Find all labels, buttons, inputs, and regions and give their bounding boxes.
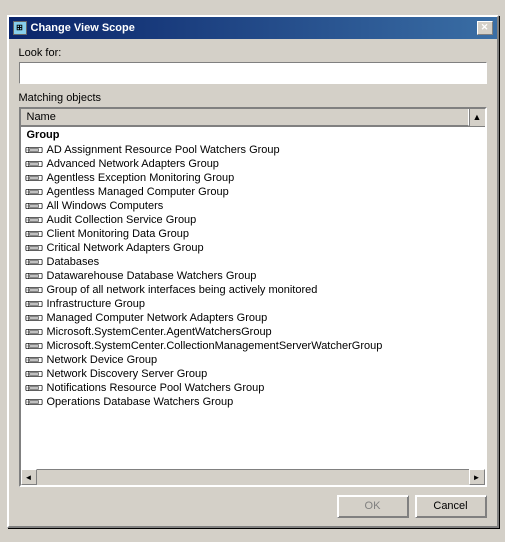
group-icon	[25, 354, 43, 366]
item-label: Managed Computer Network Adapters Group	[47, 312, 268, 324]
item-label: Datawarehouse Database Watchers Group	[47, 270, 257, 282]
list-item[interactable]: Critical Network Adapters Group	[21, 241, 485, 255]
list-item[interactable]: Managed Computer Network Adapters Group	[21, 311, 485, 325]
list-item[interactable]: Operations Database Watchers Group	[21, 395, 485, 409]
item-label: Network Discovery Server Group	[47, 368, 208, 380]
group-icon	[25, 158, 43, 170]
group-icon	[25, 368, 43, 380]
list-item[interactable]: Advanced Network Adapters Group	[21, 157, 485, 171]
group-icon	[25, 228, 43, 240]
button-row: OK Cancel	[19, 495, 487, 518]
item-label: Audit Collection Service Group	[47, 214, 197, 226]
matching-objects-label: Matching objects	[19, 92, 487, 104]
window-icon: ⊞	[13, 21, 27, 35]
scroll-track	[37, 470, 469, 485]
title-bar-controls: ✕	[477, 21, 493, 35]
group-header: Group	[21, 127, 485, 143]
group-icon	[25, 172, 43, 184]
list-body[interactable]: Group AD Assignment Resource Pool Watche…	[21, 127, 485, 469]
item-label: Microsoft.SystemCenter.CollectionManagem…	[47, 340, 383, 352]
group-icon	[25, 326, 43, 338]
item-label: Operations Database Watchers Group	[47, 396, 234, 408]
group-icon	[25, 256, 43, 268]
group-icon	[25, 144, 43, 156]
item-label: Infrastructure Group	[47, 298, 145, 310]
scroll-left-button[interactable]: ◄	[21, 469, 37, 485]
look-for-input[interactable]	[19, 62, 487, 84]
list-item[interactable]: Microsoft.SystemCenter.CollectionManagem…	[21, 339, 485, 353]
item-label: Microsoft.SystemCenter.AgentWatchersGrou…	[47, 326, 272, 338]
item-label: Advanced Network Adapters Group	[47, 158, 219, 170]
group-icon	[25, 214, 43, 226]
item-label: Notifications Resource Pool Watchers Gro…	[47, 382, 265, 394]
list-item[interactable]: All Windows Computers	[21, 199, 485, 213]
item-label: AD Assignment Resource Pool Watchers Gro…	[47, 144, 280, 156]
list-item[interactable]: Audit Collection Service Group	[21, 213, 485, 227]
matching-objects-list: Name ▲ Group AD Assignment Resource Pool…	[19, 107, 487, 487]
group-icon	[25, 312, 43, 324]
item-label: Databases	[47, 256, 100, 268]
item-label: Critical Network Adapters Group	[47, 242, 204, 254]
group-icon	[25, 186, 43, 198]
item-label: All Windows Computers	[47, 200, 164, 212]
item-label: Agentless Managed Computer Group	[47, 186, 229, 198]
look-for-label: Look for:	[19, 47, 487, 59]
close-button[interactable]: ✕	[477, 21, 493, 35]
list-item[interactable]: Network Device Group	[21, 353, 485, 367]
list-item[interactable]: Datawarehouse Database Watchers Group	[21, 269, 485, 283]
list-item[interactable]: Agentless Exception Monitoring Group	[21, 171, 485, 185]
list-item[interactable]: Group of all network interfaces being ac…	[21, 283, 485, 297]
item-label: Client Monitoring Data Group	[47, 228, 189, 240]
name-column-header: Name	[21, 109, 469, 126]
change-view-scope-window: ⊞ Change View Scope ✕ Look for: Matching…	[7, 15, 499, 528]
header-arrow: ▲	[469, 109, 485, 126]
list-item[interactable]: Microsoft.SystemCenter.AgentWatchersGrou…	[21, 325, 485, 339]
list-item[interactable]: Agentless Managed Computer Group	[21, 185, 485, 199]
list-item[interactable]: Notifications Resource Pool Watchers Gro…	[21, 381, 485, 395]
window-content: Look for: Matching objects Name ▲ Group …	[9, 39, 497, 526]
item-label: Network Device Group	[47, 354, 158, 366]
cancel-button[interactable]: Cancel	[415, 495, 487, 518]
item-label: Agentless Exception Monitoring Group	[47, 172, 235, 184]
ok-button[interactable]: OK	[337, 495, 409, 518]
group-icon	[25, 382, 43, 394]
group-icon	[25, 270, 43, 282]
list-item[interactable]: Network Discovery Server Group	[21, 367, 485, 381]
scroll-right-button[interactable]: ►	[469, 469, 485, 485]
group-icon	[25, 298, 43, 310]
item-label: Group of all network interfaces being ac…	[47, 284, 318, 296]
list-item[interactable]: Infrastructure Group	[21, 297, 485, 311]
group-icon	[25, 284, 43, 296]
group-icon	[25, 200, 43, 212]
group-icon	[25, 340, 43, 352]
group-icon	[25, 242, 43, 254]
title-bar: ⊞ Change View Scope ✕	[9, 17, 497, 39]
group-icon	[25, 396, 43, 408]
window-title: Change View Scope	[31, 22, 135, 34]
list-item[interactable]: Client Monitoring Data Group	[21, 227, 485, 241]
horizontal-scrollbar[interactable]: ◄ ►	[21, 469, 485, 485]
list-item[interactable]: AD Assignment Resource Pool Watchers Gro…	[21, 143, 485, 157]
list-item[interactable]: Databases	[21, 255, 485, 269]
list-header: Name ▲	[21, 109, 485, 127]
